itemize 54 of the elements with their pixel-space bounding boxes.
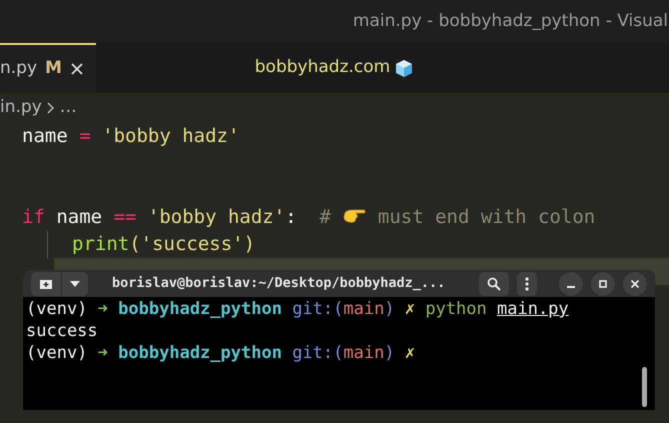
minimize-button[interactable] — [559, 272, 583, 296]
git-label: git:( — [292, 343, 344, 363]
parenthesis: ) — [244, 233, 256, 255]
search-icon — [487, 276, 501, 290]
scrollbar[interactable] — [642, 367, 647, 407]
git-label: ) — [384, 343, 395, 363]
operator: = — [79, 125, 91, 147]
kebab-menu-icon — [525, 276, 529, 290]
git-label: git:( — [292, 299, 344, 319]
terminal-text: (venv) — [26, 343, 88, 363]
string-literal: 'bobby hadz' — [148, 206, 286, 228]
terminal-text: success — [26, 321, 98, 341]
new-tab-button[interactable] — [31, 272, 61, 296]
close-icon — [629, 278, 641, 290]
directory-name: bobbyhadz_python — [118, 299, 282, 319]
prompt-arrow: ➜ — [98, 343, 108, 363]
directory-name: bobbyhadz_python — [118, 343, 282, 363]
string-literal: 'bobby hadz' — [102, 125, 240, 147]
close-icon[interactable] — [70, 62, 84, 76]
breadcrumb-item[interactable]: in.py — [0, 95, 42, 121]
dirty-mark: ✗ — [404, 343, 416, 363]
caret-icon — [70, 280, 80, 286]
plus-icon — [39, 278, 53, 290]
code-comment: must end with colon — [378, 206, 596, 228]
close-button[interactable] — [623, 272, 647, 296]
string-literal: 'success' — [140, 233, 244, 255]
branch-name: main — [343, 299, 384, 319]
code-comment: # — [320, 206, 331, 228]
operator: == — [114, 206, 136, 228]
variable: name — [22, 125, 68, 147]
prompt-arrow: ➜ — [98, 299, 108, 319]
command: python — [425, 299, 487, 319]
maximize-button[interactable] — [591, 272, 615, 296]
chevron-icon — [46, 101, 56, 115]
minimize-icon — [567, 286, 575, 288]
variable: name — [56, 206, 102, 228]
dropdown-button[interactable] — [62, 272, 88, 296]
branch-name: main — [343, 343, 384, 363]
colon: : — [285, 206, 297, 228]
git-label: ) — [384, 299, 395, 319]
menu-button[interactable] — [517, 272, 537, 296]
site-name: bobbyhadz.com — [254, 56, 390, 80]
terminal-text: (venv) — [26, 299, 88, 319]
keyword: if — [22, 206, 45, 228]
search-button[interactable] — [479, 272, 509, 296]
maximize-icon — [597, 278, 609, 290]
breadcrumb-item[interactable]: … — [60, 95, 77, 121]
command-argument: main.py — [497, 299, 569, 319]
window-title: main.py - bobbyhadz_python - Visual — [352, 10, 668, 33]
function-name: print — [72, 233, 130, 255]
parenthesis: ( — [129, 233, 141, 255]
terminal-title: borislav@borislav:~/Desktop/bobbyhadz_... — [112, 274, 446, 294]
cube-icon — [394, 58, 414, 78]
dirty-mark: ✗ — [404, 299, 416, 319]
